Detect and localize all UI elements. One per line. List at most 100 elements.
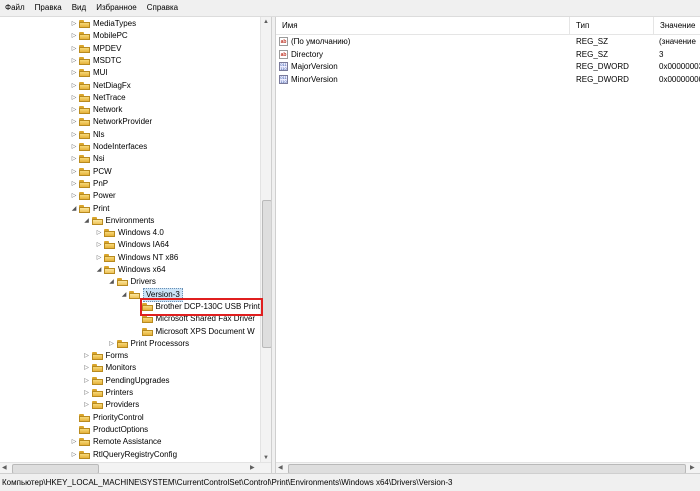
tree-node[interactable]: ▷ PendingUpgrades xyxy=(83,375,170,387)
tree-node[interactable]: ▷ MobilePC xyxy=(70,30,128,42)
expand-arrow-icon[interactable]: ▷ xyxy=(83,375,91,387)
expand-arrow-icon[interactable]: ▷ xyxy=(70,190,78,202)
tree-node[interactable]: Brother DCP-130C USB Print xyxy=(133,301,260,313)
tree-node[interactable]: ▷ NetTrace xyxy=(70,92,126,104)
cell-name: Directory xyxy=(291,49,324,59)
tree-node[interactable]: PriorityControl xyxy=(70,412,144,424)
tree-node[interactable]: ProductOptions xyxy=(70,424,148,436)
tree-node[interactable]: ▷ Remote Assistance xyxy=(70,436,161,448)
collapse-arrow-icon[interactable]: ◢ xyxy=(95,264,103,276)
expand-arrow-icon[interactable]: ▷ xyxy=(95,227,103,239)
tree-node[interactable]: ◢ Drivers xyxy=(108,276,156,288)
tree-node[interactable]: ▷ NetDiagFx xyxy=(70,80,131,92)
tree-node[interactable]: ▷ Nls xyxy=(70,129,105,141)
tree-node[interactable]: ▷ MUI xyxy=(70,67,108,79)
tree-node-label: MUI xyxy=(93,68,108,78)
menu-item[interactable]: Правка xyxy=(30,0,67,16)
expand-arrow-icon[interactable]: ▷ xyxy=(70,67,78,79)
tree-node[interactable]: ▷ Network xyxy=(70,104,122,116)
tree-node[interactable]: ▷ Windows 4.0 xyxy=(95,227,164,239)
collapse-arrow-icon[interactable]: ◢ xyxy=(70,203,78,215)
expand-arrow-icon[interactable]: ▷ xyxy=(70,116,78,128)
expand-arrow-icon[interactable]: ▷ xyxy=(70,80,78,92)
list-row[interactable]: 011 110 MajorVersion REG_DWORD 0x00000003 xyxy=(276,61,700,73)
expand-arrow-icon[interactable]: ▷ xyxy=(108,338,116,350)
tree-node-label: Nsi xyxy=(93,154,105,164)
column-header-type[interactable]: Тип xyxy=(570,17,654,34)
scroll-right-arrow-icon[interactable]: ▶ xyxy=(250,463,255,473)
expand-arrow-icon[interactable]: ▷ xyxy=(70,55,78,67)
column-header-name[interactable]: Имя xyxy=(276,17,570,34)
column-header-value[interactable]: Значение xyxy=(654,17,700,34)
expand-arrow-icon[interactable]: ▷ xyxy=(70,92,78,104)
expand-arrow-icon[interactable]: ▷ xyxy=(83,399,91,411)
scroll-left-arrow-icon[interactable]: ◀ xyxy=(278,463,283,473)
expand-arrow-icon[interactable]: ▷ xyxy=(70,153,78,165)
tree-node[interactable]: ▷ RtlQueryRegistryConfig xyxy=(70,449,177,461)
tree-node[interactable]: ▷ Nsi xyxy=(70,153,105,165)
expand-arrow-icon[interactable]: ▷ xyxy=(70,129,78,141)
tree-node[interactable]: ◢ Windows x64 xyxy=(95,264,166,276)
menu-item[interactable]: Справка xyxy=(142,0,183,16)
folder-icon xyxy=(91,352,103,361)
tree-node[interactable]: ▷ PCW xyxy=(70,166,112,178)
folder-icon xyxy=(79,20,90,28)
expand-arrow-icon[interactable]: ▷ xyxy=(83,362,91,374)
menu-item[interactable]: Файл xyxy=(0,0,30,16)
collapse-arrow-icon[interactable]: ◢ xyxy=(83,215,91,227)
tree-node-label: PendingUpgrades xyxy=(105,375,170,385)
list-row[interactable]: 011 110 MinorVersion REG_DWORD 0x00000000 xyxy=(276,74,700,86)
folder-icon xyxy=(104,241,115,250)
expand-arrow-icon[interactable]: ▷ xyxy=(70,436,78,448)
menu-item[interactable]: Избранное xyxy=(91,0,142,16)
cell-type: REG_SZ xyxy=(576,49,609,59)
tree-node[interactable]: ◢ Version-3 xyxy=(120,287,183,302)
expand-arrow-icon[interactable]: ▷ xyxy=(70,449,78,461)
tree-node[interactable]: ◢ Print xyxy=(70,203,109,215)
expand-arrow-icon[interactable]: ▷ xyxy=(70,18,78,30)
tree-node[interactable]: ▷ Windows NT x86 xyxy=(95,252,178,264)
expand-arrow-icon[interactable]: ▷ xyxy=(70,43,78,55)
tree-node[interactable]: ▷ MediaTypes xyxy=(70,18,136,30)
folder-icon xyxy=(79,118,90,127)
tree-node-label: PriorityControl xyxy=(93,412,144,422)
menu-item[interactable]: Вид xyxy=(67,0,91,16)
expand-arrow-icon[interactable]: ▷ xyxy=(70,141,78,153)
tree-node[interactable]: ▷ Power xyxy=(70,190,116,202)
tree-node[interactable]: ▷ Providers xyxy=(83,399,139,411)
expand-arrow-icon[interactable]: ▷ xyxy=(70,166,78,178)
folder-icon xyxy=(141,327,153,336)
folder-icon xyxy=(79,192,90,201)
tree-node[interactable]: ▷ Forms xyxy=(83,350,128,362)
scroll-left-arrow-icon[interactable]: ◀ xyxy=(2,463,7,473)
tree-node[interactable]: ▷ Printers xyxy=(83,387,133,399)
expand-arrow-icon[interactable]: ▷ xyxy=(95,239,103,251)
expand-arrow-icon[interactable]: ▷ xyxy=(70,178,78,190)
folder-icon xyxy=(104,229,115,238)
tree-node[interactable]: ▷ NetworkProvider xyxy=(70,116,152,128)
tree-node[interactable]: ▷ Print Processors xyxy=(108,338,189,350)
tree-node[interactable]: ▷ PnP xyxy=(70,178,108,190)
collapse-arrow-icon[interactable]: ◢ xyxy=(120,289,128,301)
list-row[interactable]: ab (По умолчанию) REG_SZ (значение xyxy=(276,36,700,48)
tree-node[interactable]: ▷ MPDEV xyxy=(70,43,121,55)
scroll-up-arrow-icon[interactable]: ▲ xyxy=(263,17,269,27)
list-row[interactable]: ab Directory REG_SZ 3 xyxy=(276,49,700,61)
tree-node[interactable]: Microsoft XPS Document W xyxy=(133,326,255,338)
expand-arrow-icon[interactable]: ▷ xyxy=(70,104,78,116)
tree-node[interactable]: ▷ NodeInterfaces xyxy=(70,141,147,153)
folder-icon xyxy=(79,81,90,90)
status-path: Компьютер\HKEY_LOCAL_MACHINE\SYSTEM\Curr… xyxy=(2,478,453,487)
tree-node[interactable]: ◢ Environments xyxy=(83,215,154,227)
folder-icon xyxy=(79,167,90,176)
expand-arrow-icon[interactable]: ▷ xyxy=(70,30,78,42)
expand-arrow-icon[interactable]: ▷ xyxy=(95,252,103,264)
tree-node[interactable]: ▷ MSDTC xyxy=(70,55,121,67)
collapse-arrow-icon[interactable]: ◢ xyxy=(108,276,116,288)
scroll-right-arrow-icon[interactable]: ▶ xyxy=(690,463,695,473)
expand-arrow-icon[interactable]: ▷ xyxy=(83,350,91,362)
tree-node[interactable]: ▷ Monitors xyxy=(83,362,136,374)
expand-arrow-icon[interactable]: ▷ xyxy=(83,387,91,399)
tree-node[interactable]: Microsoft Shared Fax Driver xyxy=(133,313,255,325)
tree-node[interactable]: ▷ Windows IA64 xyxy=(95,239,169,251)
